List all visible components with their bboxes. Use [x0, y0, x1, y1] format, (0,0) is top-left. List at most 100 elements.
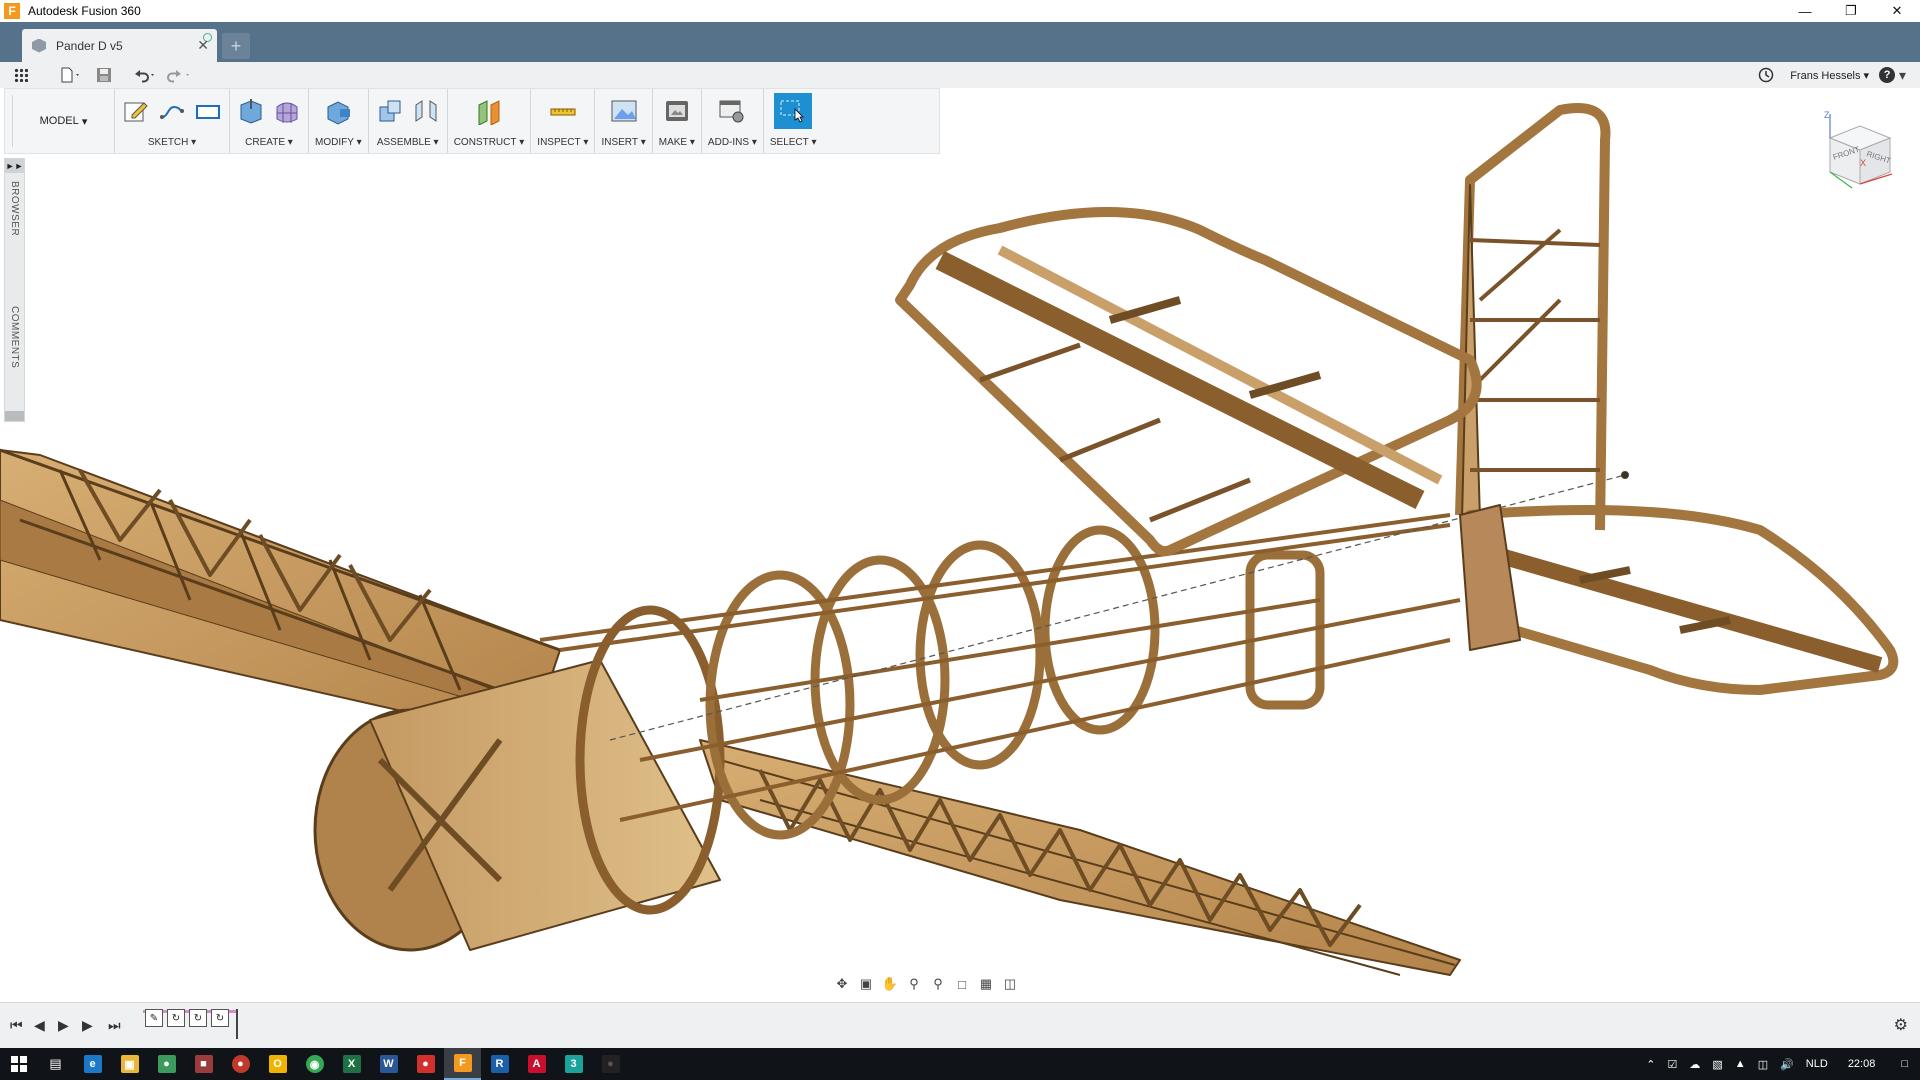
model-canvas[interactable] — [0, 88, 1920, 1002]
redo-icon[interactable] — [166, 62, 192, 88]
file-explorer-icon[interactable]: ▣ — [111, 1048, 148, 1080]
data-panel-grid-icon[interactable] — [14, 68, 28, 82]
select-icon[interactable] — [774, 93, 813, 129]
modify-label: MODIFY — [315, 136, 354, 148]
word-icon[interactable]: W — [370, 1048, 407, 1080]
play-icon[interactable]: ▶ — [58, 1017, 69, 1034]
grid-settings-icon[interactable]: ▦ — [976, 974, 996, 994]
app-icon-red-circle[interactable]: ● — [222, 1048, 259, 1080]
pan-hand-icon[interactable]: ✋ — [880, 974, 900, 994]
insert-image-icon[interactable] — [609, 96, 639, 126]
joint-icon[interactable] — [411, 96, 441, 126]
expand-panel-icon[interactable]: ►► — [5, 159, 24, 173]
app-icon-teal[interactable]: 3 — [555, 1048, 592, 1080]
tray-icon-1[interactable]: ☑ — [1662, 1058, 1684, 1071]
timeline-playhead[interactable] — [236, 1009, 238, 1039]
new-component-icon[interactable] — [375, 96, 405, 126]
axis-z-label: Z — [1824, 110, 1830, 120]
autocad-icon[interactable]: A — [518, 1048, 555, 1080]
go-to-start-icon[interactable]: ⏮ — [10, 1017, 23, 1034]
step-back-icon[interactable]: ◀ — [34, 1017, 45, 1034]
look-at-icon[interactable]: ▣ — [856, 974, 876, 994]
zoom-window-icon[interactable]: ⚲ — [928, 974, 948, 994]
browser-tab[interactable]: BROWSER — [9, 181, 20, 236]
volume-icon[interactable]: 🔊 — [1774, 1058, 1800, 1071]
new-tab-button[interactable]: + — [222, 33, 250, 59]
rectangle-icon[interactable] — [193, 96, 223, 126]
close-tab-icon[interactable]: ✕ — [197, 37, 209, 54]
network-icon[interactable]: ◫ — [1752, 1058, 1774, 1071]
app-icon-dim[interactable]: ● — [592, 1048, 629, 1080]
app-icon-media[interactable]: ■ — [185, 1048, 222, 1080]
timeline-feature-2[interactable]: ↻ — [167, 1009, 185, 1027]
undo-icon[interactable] — [132, 62, 158, 88]
zoom-icon[interactable]: ⚲ — [904, 974, 924, 994]
quick-access-toolbar: Frans Hessels ▾ ? ▾ — [0, 62, 1920, 88]
line-icon[interactable] — [157, 96, 187, 126]
toolbar-group-label[interactable]: CREATE ▾ — [245, 133, 293, 151]
app-icon-green[interactable]: ● — [148, 1048, 185, 1080]
go-to-end-icon[interactable]: ⏭ — [108, 1017, 121, 1034]
edge-browser-icon[interactable]: e — [74, 1048, 111, 1080]
tray-icon-3[interactable]: ▧ — [1706, 1058, 1728, 1071]
toolbar-group-label[interactable]: INSPECT ▾ — [537, 133, 588, 151]
toolbar-group-label[interactable]: CONSTRUCT ▾ — [454, 133, 525, 151]
display-settings-icon[interactable]: □ — [952, 974, 972, 994]
toolbar-group-label[interactable]: SKETCH ▾ — [148, 133, 196, 151]
save-icon[interactable] — [96, 62, 112, 88]
app-icon-yellow[interactable]: O — [259, 1048, 296, 1080]
workspace-switcher[interactable]: MODEL ▾ — [13, 89, 115, 153]
view-cube[interactable]: FRONT RIGHT Z X — [1812, 108, 1902, 198]
extrude-icon[interactable] — [236, 96, 266, 126]
toolbar-group-label[interactable]: INSERT ▾ — [601, 133, 645, 151]
notifications-icon[interactable]: □ — [1889, 1058, 1920, 1070]
clock[interactable]: 22:08 — [1834, 1058, 1890, 1070]
toolbar-group-label[interactable]: ADD-INS ▾ — [708, 133, 757, 151]
revit-icon[interactable]: R — [481, 1048, 518, 1080]
step-forward-icon[interactable]: ▶ — [82, 1017, 93, 1034]
excel-icon[interactable]: X — [333, 1048, 370, 1080]
tray-autodesk-icon[interactable]: ▲ — [1729, 1058, 1752, 1070]
toolbar-group-label[interactable]: ASSEMBLE ▾ — [377, 133, 439, 151]
minimize-button[interactable]: — — [1782, 0, 1828, 22]
tray-expand-icon[interactable]: ⌃ — [1640, 1058, 1661, 1071]
toolbar-group-label[interactable]: MAKE ▾ — [659, 133, 695, 151]
restore-button[interactable]: ❐ — [1828, 0, 1874, 22]
app-icon-red[interactable]: ● — [407, 1048, 444, 1080]
start-button[interactable] — [0, 1048, 37, 1080]
language-indicator[interactable]: NLD — [1800, 1058, 1834, 1070]
scripts-icon[interactable] — [717, 96, 747, 126]
timeline-feature-3[interactable]: ↻ — [189, 1009, 207, 1027]
orbit-icon[interactable]: ✥ — [832, 974, 852, 994]
timeline-settings-gear-icon[interactable]: ⚙ — [1894, 1015, 1908, 1035]
navigation-bar: ✥ ▣ ✋ ⚲ ⚲ □ ▦ ◫ — [832, 970, 1082, 998]
measure-icon[interactable] — [548, 96, 578, 126]
window-controls: — ❐ ✕ — [1782, 0, 1920, 22]
close-window-button[interactable]: ✕ — [1874, 0, 1920, 22]
help-menu[interactable]: ? ▾ — [1879, 62, 1906, 88]
task-view-icon[interactable]: ▤ — [37, 1048, 74, 1080]
toolbar-group-label[interactable]: MODIFY ▾ — [315, 133, 362, 151]
timeline-feature-4[interactable]: ↻ — [211, 1009, 229, 1027]
user-account-menu[interactable]: Frans Hessels ▾ — [1790, 69, 1869, 82]
toolbar-group-label[interactable]: SELECT ▾ — [770, 133, 817, 151]
qat-right: Frans Hessels ▾ ? ▾ — [1758, 62, 1920, 88]
toolbar-grip[interactable] — [5, 95, 13, 147]
press-pull-icon[interactable] — [323, 96, 353, 126]
job-status-clock-icon[interactable] — [1758, 62, 1774, 88]
fusion-taskbar-icon[interactable]: F — [444, 1048, 481, 1080]
comments-tab[interactable]: COMMENTS — [9, 306, 20, 368]
form-icon[interactable] — [272, 96, 302, 126]
chrome-icon[interactable]: ◉ — [296, 1048, 333, 1080]
fusion-app-icon: F — [4, 3, 20, 19]
file-menu-icon[interactable] — [60, 62, 82, 88]
insert-label: INSERT — [601, 136, 638, 148]
toolbar-group-insert: INSERT ▾ — [595, 89, 653, 153]
tray-icon-2[interactable]: ☁ — [1683, 1058, 1706, 1071]
document-tab[interactable]: Pander D v5 ✕ — [22, 29, 217, 62]
3d-print-icon[interactable] — [662, 96, 692, 126]
timeline-sketch-feature[interactable]: ✎ — [145, 1009, 163, 1027]
create-sketch-icon[interactable] — [121, 96, 151, 126]
viewports-icon[interactable]: ◫ — [1000, 974, 1020, 994]
offset-plane-icon[interactable] — [474, 96, 504, 126]
